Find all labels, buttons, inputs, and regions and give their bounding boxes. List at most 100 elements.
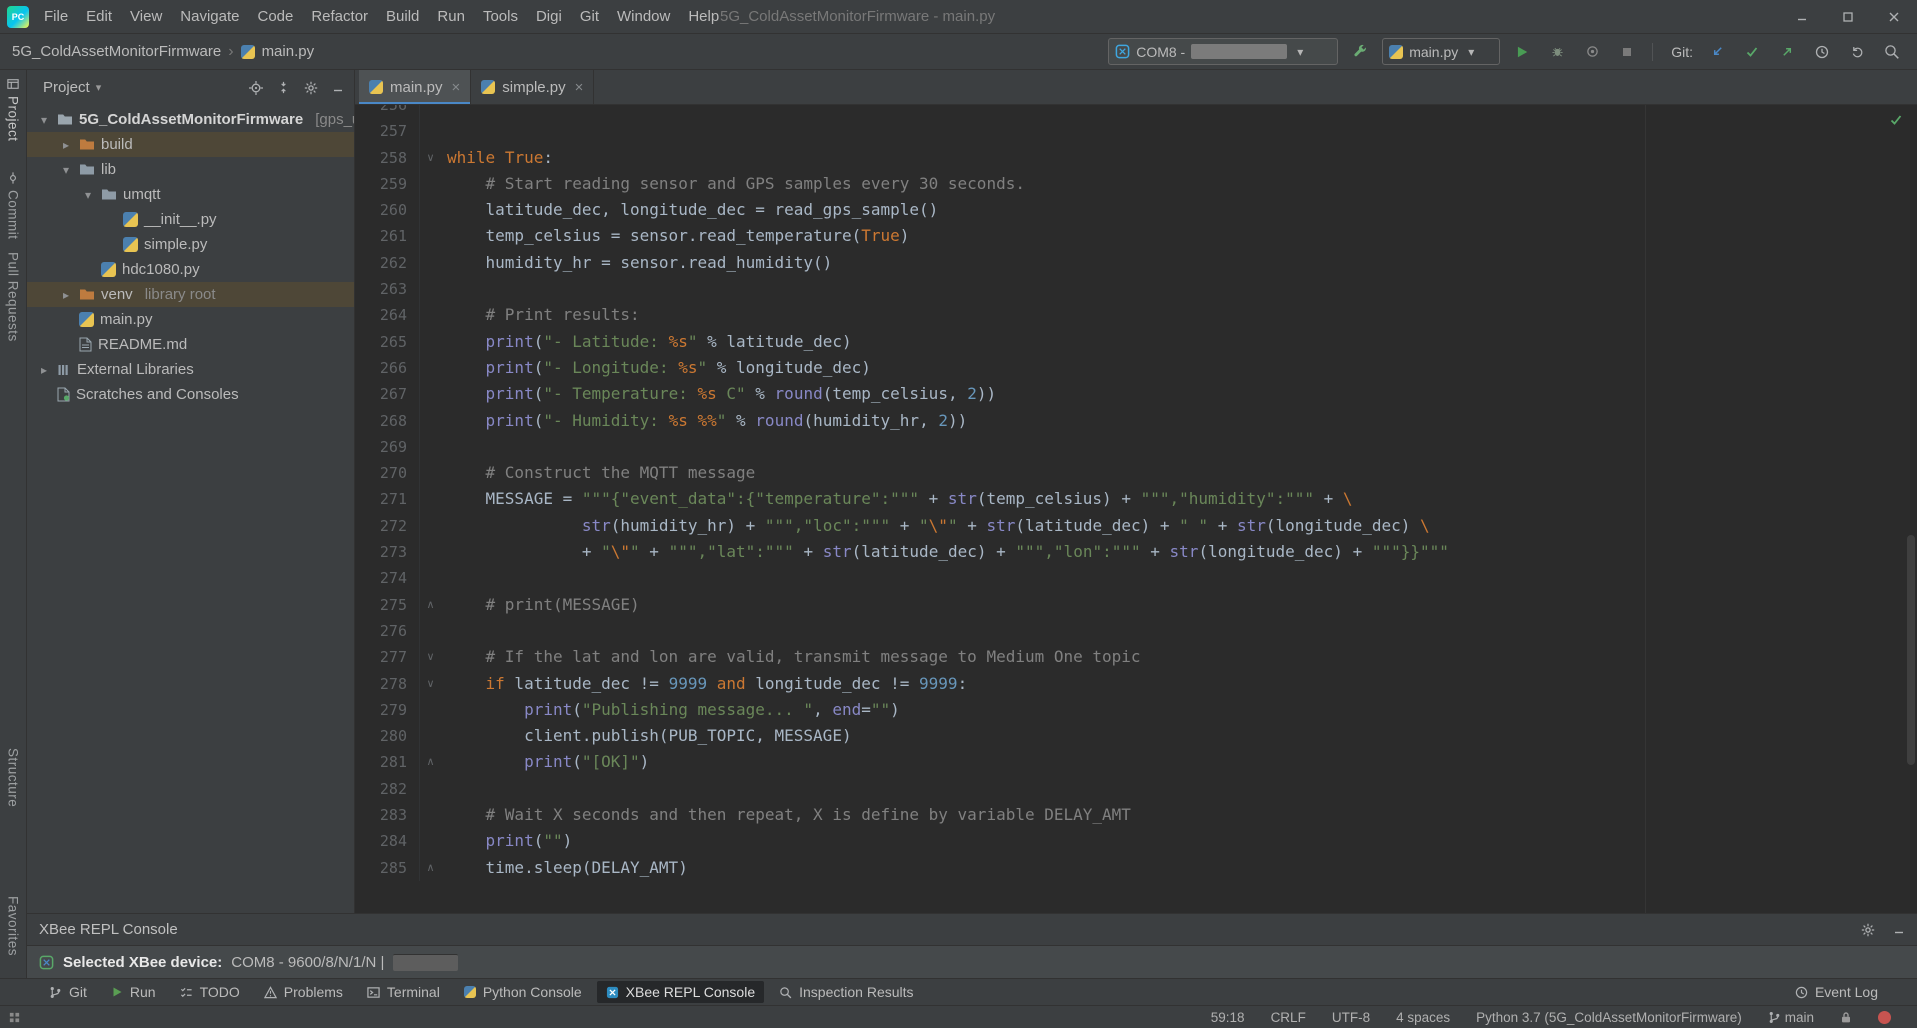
profile-button[interactable] [1579,39,1605,65]
tool-window-button-xbee-repl-console[interactable]: XBee REPL Console [597,981,764,1003]
git-commit-button[interactable] [1739,39,1765,65]
chevron-down-icon[interactable]: ▾ [59,163,73,177]
breadcrumb-item-main-py[interactable]: main.py [262,43,315,60]
tree-item-venv[interactable]: ▸venvlibrary root [27,282,354,307]
tree-item-build[interactable]: ▸build [27,132,354,157]
stripe-item-pull-requests[interactable]: Pull Requests [0,252,26,342]
fold-marker-icon[interactable]: ∧ [419,749,441,775]
close-button[interactable] [1871,0,1917,33]
code-line-277[interactable]: 277∨ # If the lat and lon are valid, tra… [355,644,1917,670]
xbee-device-selector[interactable]: COM8 - ▾ [1108,38,1338,65]
locate-file-icon[interactable] [249,81,263,95]
code-line-273[interactable]: 273 + "\"" + ""","lat":""" + str(latitud… [355,539,1917,565]
close-icon[interactable]: × [452,79,461,96]
code-line-283[interactable]: 283 # Wait X seconds and then repeat, X … [355,802,1917,828]
chevron-right-icon[interactable]: ▸ [59,138,73,152]
code-line-279[interactable]: 279 print("Publishing message... ", end=… [355,697,1917,723]
tool-window-button-run[interactable]: Run [102,981,165,1003]
menu-code[interactable]: Code [248,0,302,33]
code-line-256[interactable]: 256 [355,105,1917,118]
tool-window-button-todo[interactable]: TODO [171,981,249,1003]
maximize-button[interactable] [1825,0,1871,33]
code-line-278[interactable]: 278∨ if latitude_dec != 9999 and longitu… [355,671,1917,697]
code-line-272[interactable]: 272 str(humidity_hr) + ""","loc":""" + "… [355,513,1917,539]
git-branch-widget[interactable]: main [1768,1010,1814,1025]
status-item-4-spaces[interactable]: 4 spaces [1396,1010,1450,1025]
fold-marker-icon[interactable]: ∧ [419,855,441,881]
code-line-274[interactable]: 274 [355,565,1917,591]
code-editor[interactable]: 256257258∨while True:259 # Start reading… [355,105,1917,913]
status-item-crlf[interactable]: CRLF [1271,1010,1306,1025]
lock-icon[interactable] [1840,1011,1852,1024]
tree-item-init-py[interactable]: __init__.py [27,207,354,232]
run-configuration-selector[interactable]: main.py ▾ [1382,38,1500,65]
tree-item-simple-py[interactable]: simple.py [27,232,354,257]
git-push-button[interactable] [1774,39,1800,65]
status-item-utf-8[interactable]: UTF-8 [1332,1010,1370,1025]
status-item-python-3-7-5g-coldassetmonitorfirmware[interactable]: Python 3.7 (5G_ColdAssetMonitorFirmware) [1476,1010,1742,1025]
tool-window-button-terminal[interactable]: Terminal [358,981,449,1003]
code-line-281[interactable]: 281∧ print("[OK]") [355,749,1917,775]
menu-window[interactable]: Window [608,0,679,33]
gear-icon[interactable] [1861,923,1875,937]
fold-marker-icon[interactable]: ∨ [419,644,441,670]
code-line-261[interactable]: 261 temp_celsius = sensor.read_temperatu… [355,223,1917,249]
code-line-269[interactable]: 269 [355,434,1917,460]
tool-window-button-python-console[interactable]: Python Console [455,981,591,1003]
code-line-262[interactable]: 262 humidity_hr = sensor.read_humidity() [355,250,1917,276]
ide-error-indicator[interactable] [1878,1011,1891,1024]
code-line-257[interactable]: 257 [355,118,1917,144]
menu-navigate[interactable]: Navigate [171,0,248,33]
stripe-item-project[interactable]: Project [0,78,26,142]
chevron-down-icon[interactable]: ▾ [1468,45,1474,59]
chevron-right-icon[interactable]: ▸ [59,288,73,302]
fold-marker-icon[interactable]: ∨ [419,671,441,697]
vertical-scrollbar[interactable] [1907,535,1915,765]
chevron-down-icon[interactable]: ▾ [1297,45,1303,59]
tree-item-hdc1080-py[interactable]: hdc1080.py [27,257,354,282]
tab-simple-py[interactable]: simple.py× [471,70,594,104]
tree-item-external-libraries[interactable]: ▸External Libraries [27,357,354,382]
code-line-282[interactable]: 282 [355,776,1917,802]
breadcrumb-item-5g-coldassetmonitorfirmware[interactable]: 5G_ColdAssetMonitorFirmware [12,43,221,60]
stripe-item-favorites[interactable]: Favorites [0,896,26,956]
tab-main-py[interactable]: main.py× [359,70,471,104]
fold-marker-icon[interactable]: ∧ [419,592,441,618]
close-icon[interactable]: × [575,79,584,96]
status-item-59-18[interactable]: 59:18 [1211,1010,1245,1025]
code-line-284[interactable]: 284 print("") [355,828,1917,854]
tree-item-lib[interactable]: ▾lib [27,157,354,182]
tree-item-main-py[interactable]: main.py [27,307,354,332]
stop-button[interactable] [1614,39,1640,65]
gear-icon[interactable] [304,81,318,95]
chevron-right-icon[interactable]: ▸ [37,363,51,377]
code-line-260[interactable]: 260 latitude_dec, longitude_dec = read_g… [355,197,1917,223]
code-line-270[interactable]: 270 # Construct the MQTT message [355,460,1917,486]
tool-window-button-git[interactable]: Git [40,981,96,1003]
menu-file[interactable]: File [35,0,77,33]
inspection-ok-icon[interactable] [1889,113,1903,127]
hide-console-icon[interactable] [1893,924,1905,936]
code-line-264[interactable]: 264 # Print results: [355,302,1917,328]
stripe-item-structure[interactable]: Structure [0,748,26,807]
search-everywhere-button[interactable] [1879,39,1905,65]
code-line-265[interactable]: 265 print("- Latitude: %s" % latitude_de… [355,329,1917,355]
collapse-all-icon[interactable] [277,81,290,94]
tree-item-readme-md[interactable]: README.md [27,332,354,357]
chevron-down-icon[interactable]: ▾ [96,81,102,94]
code-line-266[interactable]: 266 print("- Longitude: %s" % longitude_… [355,355,1917,381]
stripe-item-commit[interactable]: Commit [0,172,26,240]
rollback-button[interactable] [1844,39,1870,65]
menu-build[interactable]: Build [377,0,428,33]
code-line-275[interactable]: 275∧ # print(MESSAGE) [355,592,1917,618]
history-button[interactable] [1809,39,1835,65]
selected-device-row[interactable]: Selected XBee device: COM8 - 9600/8/N/1/… [27,945,1917,979]
debug-button[interactable] [1544,39,1570,65]
chevron-down-icon[interactable]: ▾ [37,113,51,127]
menu-digi[interactable]: Digi [527,0,571,33]
xbee-configure-button[interactable] [1347,39,1373,65]
minimize-button[interactable] [1779,0,1825,33]
menu-edit[interactable]: Edit [77,0,121,33]
menu-view[interactable]: View [121,0,171,33]
menu-git[interactable]: Git [571,0,608,33]
